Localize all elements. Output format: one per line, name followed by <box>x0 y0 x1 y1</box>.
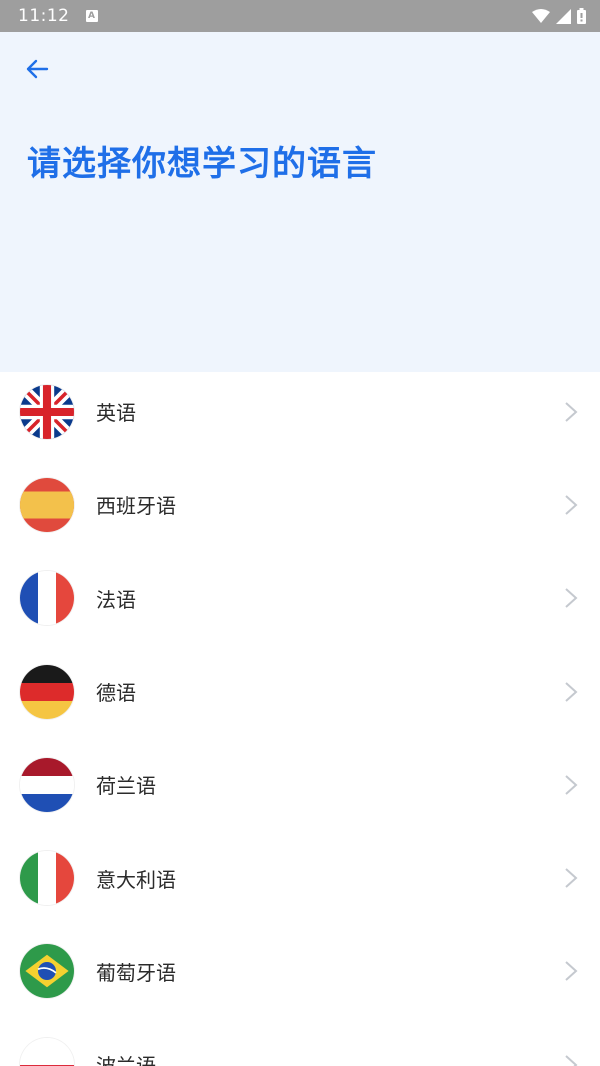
language-name: 波兰语 <box>96 1050 156 1066</box>
status-bar: 11:12 A <box>0 0 600 32</box>
language-name: 德语 <box>96 681 136 706</box>
italy-flag-icon <box>20 851 74 906</box>
chevron-right-icon <box>565 1054 578 1066</box>
language-item-french[interactable]: 法语 <box>0 552 600 645</box>
status-icons <box>532 8 586 24</box>
language-name: 葡萄牙语 <box>96 960 176 985</box>
language-name: 意大利语 <box>96 867 176 892</box>
battery-icon <box>577 8 586 24</box>
chevron-right-icon <box>565 961 578 982</box>
language-name: 英语 <box>96 401 136 426</box>
language-item-german[interactable]: 德语 <box>0 645 600 738</box>
brazil-flag-icon <box>20 944 74 999</box>
language-name: 法语 <box>96 587 136 612</box>
language-item-spanish[interactable]: 西班牙语 <box>0 458 600 551</box>
poland-flag-icon <box>20 1037 74 1066</box>
wifi-icon <box>532 9 550 23</box>
page-title: 请选择你想学习的语言 <box>27 144 377 184</box>
language-item-polish[interactable]: 波兰语 <box>0 1018 600 1066</box>
france-flag-icon <box>20 571 74 626</box>
arrow-left-icon <box>26 59 49 79</box>
language-item-dutch[interactable]: 荷兰语 <box>0 738 600 831</box>
language-name: 荷兰语 <box>96 774 156 799</box>
language-item-italian[interactable]: 意大利语 <box>0 831 600 924</box>
chevron-right-icon <box>565 401 578 422</box>
language-item-english[interactable]: 英语 <box>0 365 600 458</box>
notification-a-icon: A <box>85 10 98 22</box>
uk-flag-icon <box>20 384 74 439</box>
germany-flag-icon <box>20 664 74 719</box>
chevron-right-icon <box>565 775 578 795</box>
chevron-right-icon <box>565 868 578 888</box>
spain-flag-icon <box>20 477 74 532</box>
language-item-portuguese[interactable]: 葡萄牙语 <box>0 925 600 1018</box>
netherlands-flag-icon <box>20 757 74 812</box>
language-name: 西班牙语 <box>96 494 176 519</box>
signal-icon <box>556 8 571 24</box>
chevron-right-icon <box>565 588 578 608</box>
status-time: 11:12 <box>18 6 70 26</box>
language-list: 英语 西班牙语 法语 德语 荷兰语 意大利语 葡萄牙语 <box>0 365 600 1066</box>
chevron-right-icon <box>565 495 578 515</box>
back-button[interactable] <box>22 54 52 84</box>
chevron-right-icon <box>565 681 578 702</box>
